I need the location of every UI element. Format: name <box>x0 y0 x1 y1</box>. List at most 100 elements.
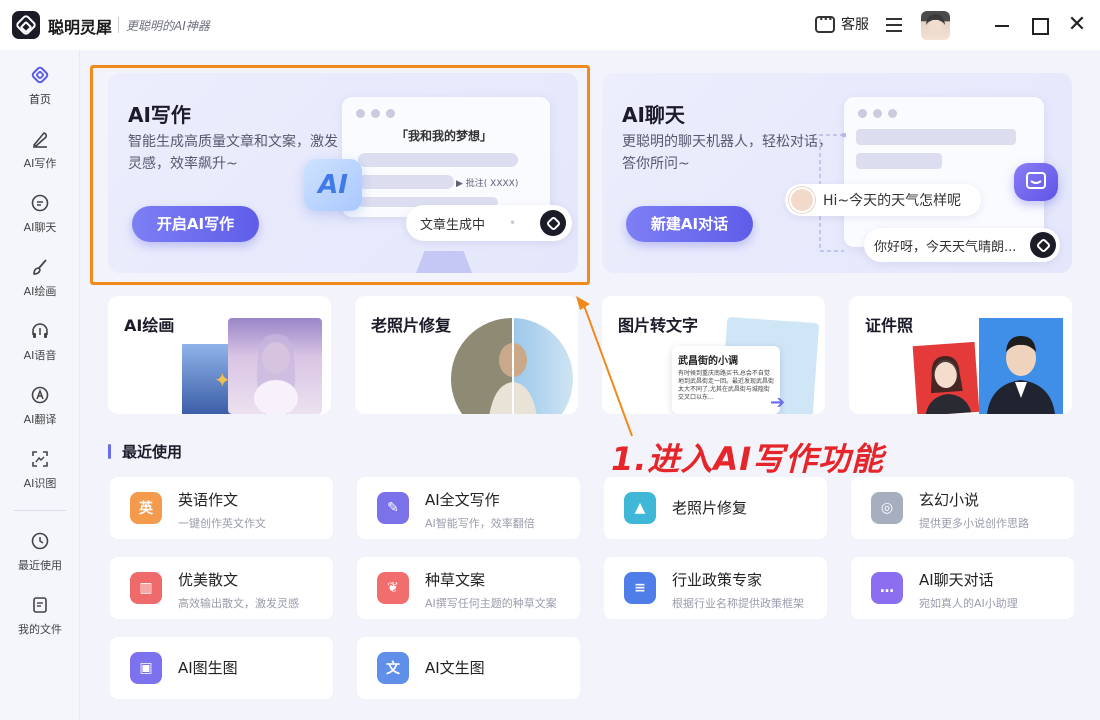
tool-image-to-image[interactable]: ▣ AI图生图 <box>110 637 333 699</box>
close-button[interactable]: ✕ <box>1067 14 1087 36</box>
file-icon <box>29 594 51 616</box>
brand-logo-icon <box>1030 232 1056 258</box>
photo-restore-icon: ▲ <box>624 492 656 524</box>
text-placeholder-bar <box>856 153 942 169</box>
sidebar-item-my-files[interactable]: 我的文件 <box>0 586 80 642</box>
tool-description: 根据行业名称提供政策框架 <box>672 597 804 610</box>
sprout-icon: ❦ <box>377 572 409 604</box>
ai-writing-highlight <box>90 65 590 285</box>
sidebar: 首页 AI写作 AI聊天 AI绘画 AI语音 AI翻译 AI识图 最近使用 我的… <box>0 50 80 720</box>
tool-description: 一键创作英文作文 <box>178 517 266 530</box>
sidebar-item-label: 首页 <box>29 93 51 106</box>
brush-icon <box>29 256 51 278</box>
ai-chat-card[interactable]: AI聊天 更聪明的聊天机器人，轻松对话，答你所问~ 新建AI对话 Hi~今天的天… <box>602 73 1072 273</box>
extracted-text-card: 武昌街的小调 有时候到重庆南路买书,总会不自觉地到武昌街走一回。最近发现武昌街太… <box>672 346 780 414</box>
sidebar-item-label: AI识图 <box>23 477 57 490</box>
sidebar-item-ai-writing[interactable]: AI写作 <box>0 120 80 176</box>
id-photo-blue <box>979 318 1063 414</box>
english-essay-icon: 英 <box>130 492 162 524</box>
sidebar-item-label: AI语音 <box>23 349 57 362</box>
sidebar-item-label: 我的文件 <box>18 623 62 636</box>
app-name: 聪明灵犀 <box>48 18 113 37</box>
maximize-button[interactable] <box>1029 15 1049 35</box>
tool-name: AI文生图 <box>425 659 485 677</box>
customer-service-button[interactable]: 客服 <box>815 12 869 34</box>
tool-description: 高效输出散文，激发灵感 <box>178 597 299 610</box>
feature-card-id-photo[interactable]: 证件照 <box>849 296 1072 414</box>
magic-wand-icon: ✦ <box>214 368 231 392</box>
chat-bubble-icon <box>1014 163 1058 201</box>
answer-text: 你好呀，今天天气晴朗... <box>874 239 1017 255</box>
ai-chat-description: 更聪明的聊天机器人，轻松对话，答你所问~ <box>622 134 832 172</box>
tool-description: AI智能写作，效率翻倍 <box>425 517 535 530</box>
text-placeholder-bar <box>856 129 1016 145</box>
ai-chat-icon: … <box>871 572 903 604</box>
extracted-heading: 武昌街的小调 <box>678 356 738 367</box>
chat-icon <box>29 192 51 214</box>
feature-title: 证件照 <box>865 316 914 335</box>
new-ai-chat-button[interactable]: 新建AI对话 <box>626 206 753 242</box>
window-dots <box>858 109 897 118</box>
app-logo-icon <box>12 11 40 39</box>
recent-section-title: 最近使用 <box>108 441 182 462</box>
user-avatar[interactable] <box>921 11 950 40</box>
id-photo-red <box>912 341 980 414</box>
feature-card-photo-restore[interactable]: 老照片修复 <box>355 296 578 414</box>
tool-photo-restore[interactable]: ▲ 老照片修复 <box>604 477 827 539</box>
sidebar-item-ai-voice[interactable]: AI语音 <box>0 312 80 368</box>
tool-text-to-image[interactable]: 文 AI文生图 <box>357 637 580 699</box>
tool-name: 玄幻小说 <box>919 491 980 509</box>
sidebar-item-ai-drawing[interactable]: AI绘画 <box>0 248 80 304</box>
tool-description: 宛如真人的AI小助理 <box>919 597 1018 610</box>
ai-chat-title: AI聊天 <box>622 103 685 127</box>
image-to-image-icon: ▣ <box>130 652 162 684</box>
title-bar: 聪明灵犀 更聪明的AI神器 客服 ✕ <box>0 0 1100 50</box>
arrow-icon: ➔ <box>770 392 786 413</box>
novel-icon: ◎ <box>871 492 903 524</box>
sidebar-item-ai-recognition[interactable]: AI识图 <box>0 440 80 496</box>
title-divider <box>118 17 119 33</box>
history-icon <box>29 530 51 552</box>
extracted-body: 有时候到重庆南路买书,总会不自觉地到武昌街走一回。最近发现武昌街太大不同了,尤其… <box>678 370 775 401</box>
tool-name: AI聊天对话 <box>919 571 994 589</box>
tool-product-copy[interactable]: ❦ 种草文案 AI撰写任何主题的种草文案 <box>357 557 580 619</box>
tool-name: 老照片修复 <box>672 499 748 517</box>
text-to-image-icon: 文 <box>377 652 409 684</box>
tool-name: 种草文案 <box>425 571 486 589</box>
sidebar-item-ai-chat[interactable]: AI聊天 <box>0 184 80 240</box>
tool-fantasy-novel[interactable]: ◎ 玄幻小说 提供更多小说创作思路 <box>851 477 1074 539</box>
sidebar-item-recent[interactable]: 最近使用 <box>0 522 80 578</box>
minimize-button[interactable] <box>992 15 1012 35</box>
sample-image <box>228 318 322 414</box>
tool-name: AI图生图 <box>178 659 238 677</box>
menu-icon[interactable] <box>886 18 902 32</box>
sidebar-item-ai-translate[interactable]: AI翻译 <box>0 376 80 432</box>
tool-ai-full-writing[interactable]: ✎ AI全文写作 AI智能写作，效率翻倍 <box>357 477 580 539</box>
sidebar-divider <box>14 510 66 511</box>
tool-english-essay[interactable]: 英 英语作文 一键创作英文作文 <box>110 477 333 539</box>
quill-icon: ✎ <box>377 492 409 524</box>
customer-service-label: 客服 <box>841 17 869 33</box>
tool-name: 英语作文 <box>178 491 239 509</box>
user-avatar-small <box>789 187 815 213</box>
prose-icon: ▥ <box>130 572 162 604</box>
policy-icon: ≡ <box>624 572 656 604</box>
tool-name: 优美散文 <box>178 571 239 589</box>
tool-policy-expert[interactable]: ≡ 行业政策专家 根据行业名称提供政策框架 <box>604 557 827 619</box>
tool-beautiful-prose[interactable]: ▥ 优美散文 高效输出散文，激发灵感 <box>110 557 333 619</box>
sidebar-item-home[interactable]: 首页 <box>0 56 80 112</box>
tool-name: 行业政策专家 <box>672 571 763 589</box>
tool-ai-chat-dialog[interactable]: … AI聊天对话 宛如真人的AI小助理 <box>851 557 1074 619</box>
customer-service-icon <box>815 12 835 33</box>
tool-description: AI撰写任何主题的种草文案 <box>425 597 557 610</box>
annotation-arrow <box>576 296 633 437</box>
user-question-bubble: Hi~今天的天气怎样呢 <box>785 184 981 216</box>
home-icon <box>29 64 51 86</box>
feature-title: 老照片修复 <box>371 316 452 335</box>
feature-card-ai-drawing[interactable]: AI绘画 ✦ <box>108 296 331 414</box>
feature-title: AI绘画 <box>124 316 175 335</box>
pen-icon <box>29 128 51 150</box>
translate-icon <box>29 384 51 406</box>
tool-name: AI全文写作 <box>425 491 500 509</box>
sidebar-item-label: AI绘画 <box>23 285 57 298</box>
